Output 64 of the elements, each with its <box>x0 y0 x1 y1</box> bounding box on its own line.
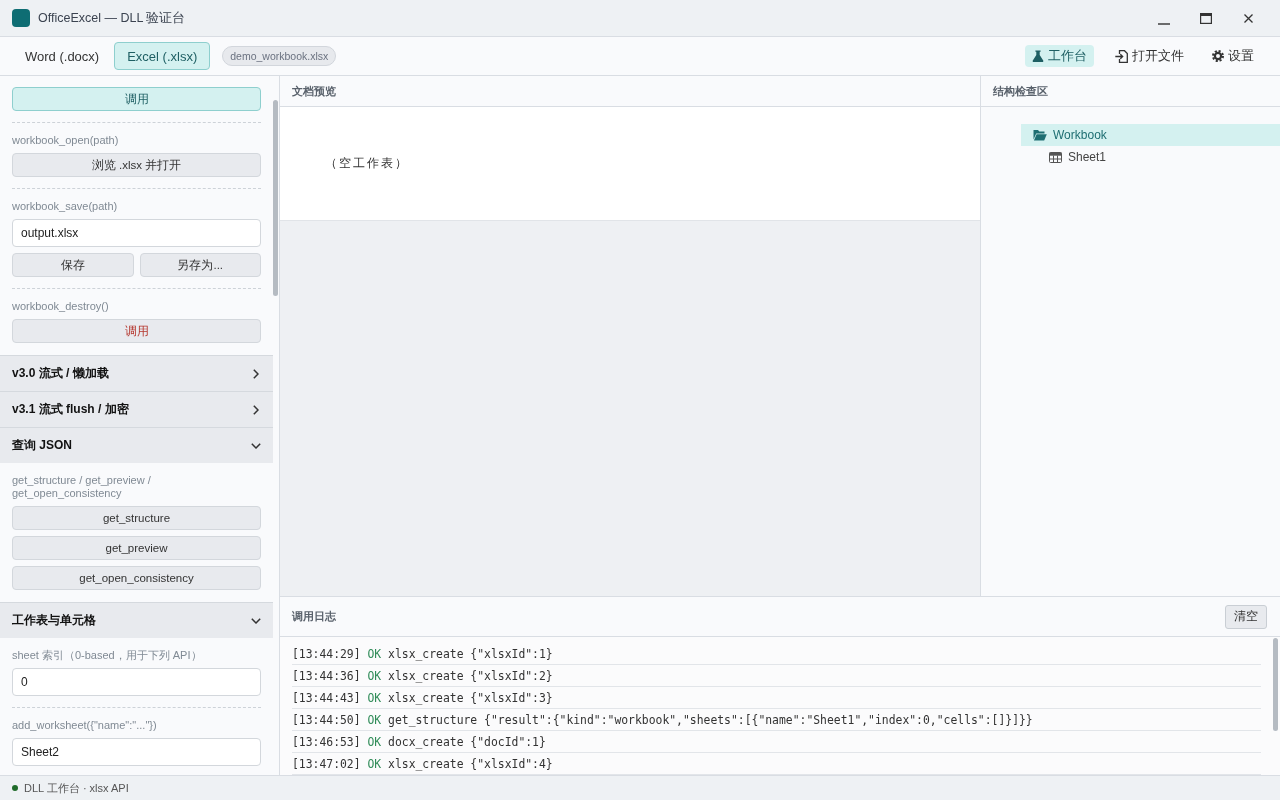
field-label: workbook_save(path) <box>12 200 119 213</box>
field-label: workbook_destroy() <box>12 300 110 313</box>
section-header[interactable]: v3.0 流式 / 懒加载 <box>0 355 273 391</box>
table-icon <box>1049 151 1062 163</box>
field-label: workbook_open(path) <box>12 134 120 147</box>
log-time: [13:46:53] <box>292 734 361 749</box>
action-button[interactable]: get_structure <box>12 506 261 530</box>
log-message: xlsx_create {"xlsxId":2} <box>388 668 553 683</box>
text-field[interactable]: output.xlsx <box>12 219 261 247</box>
action-button[interactable]: get_open_consistency <box>12 566 261 590</box>
flask-icon <box>1032 50 1044 62</box>
action-button[interactable]: get_preview <box>12 536 261 560</box>
panel-title: 调用日志 <box>292 609 336 624</box>
log-status: OK <box>367 756 382 771</box>
close-icon <box>1243 13 1253 23</box>
log-time: [13:44:29] <box>292 646 361 661</box>
log-status: OK <box>367 668 382 683</box>
panel-title: 结构检查区 <box>993 83 1048 99</box>
action-button[interactable]: 浏览 .xlsx 并打开 <box>12 153 261 177</box>
settings-icon <box>1212 50 1224 62</box>
log-status: OK <box>367 712 382 727</box>
log-message: xlsx_create {"xlsxId":1} <box>388 646 553 661</box>
tree-item[interactable]: Sheet1 <box>1037 146 1280 168</box>
section-header[interactable]: 查询 JSON <box>0 427 273 463</box>
section-header[interactable]: v3.1 流式 flush / 加密 <box>0 391 273 427</box>
nav-button[interactable]: 打开文件 <box>1108 45 1191 67</box>
scrollbar-thumb[interactable] <box>273 100 278 296</box>
empty-sheet-text: （空工作表） <box>325 155 409 172</box>
text-field[interactable]: 0 <box>12 668 261 696</box>
log-message: docx_create {"docId":1} <box>388 734 546 749</box>
section-header[interactable]: 工作表与单元格 <box>0 602 273 638</box>
log-time: [13:44:43] <box>292 690 361 705</box>
nav-button[interactable]: 工作台 <box>1025 45 1094 67</box>
file-arrow-icon <box>1115 49 1128 63</box>
window-title: OfficeExcel — DLL 验证台 <box>38 9 186 27</box>
field-label: add_worksheet({"name":"..."}) <box>12 719 158 732</box>
log-status: OK <box>367 734 382 749</box>
file-type-tab[interactable]: Excel (.xlsx) <box>114 42 211 70</box>
file-name-badge: demo_workbook.xlsx <box>222 46 337 66</box>
action-button[interactable]: 保存 <box>12 253 134 277</box>
log-message: xlsx_create {"xlsxId":3} <box>388 690 553 705</box>
nav-button[interactable]: 设置 <box>1205 45 1261 67</box>
panel-title: 文档预览 <box>292 83 336 99</box>
log-status: OK <box>367 690 382 705</box>
minimize-icon <box>1158 23 1170 25</box>
field-label: get_structure / get_preview / get_open_consistency <box>12 474 152 500</box>
clear-button[interactable]: 清空 <box>1225 604 1267 629</box>
status-text: DLL 工作台 · xlsx API <box>24 780 129 796</box>
tree-item[interactable]: Workbook <box>1021 124 1280 146</box>
log-message: xlsx_create {"xlsxId":4} <box>388 756 553 771</box>
action-button[interactable]: 另存为... <box>139 253 261 277</box>
log-time: [13:44:36] <box>292 668 361 683</box>
file-type-tab[interactable]: Word (.docx) <box>12 42 113 70</box>
log-status: OK <box>367 646 382 661</box>
log-message: get_structure {"result":{"kind":"workbook","sheets":[{"name":"Sheet1","index":0,"cells":[]}]}} <box>388 712 1033 727</box>
action-button[interactable]: 调用 <box>12 319 261 343</box>
maximize-icon <box>1200 12 1212 24</box>
field-label: sheet 索引（0-based，用于下列 API） <box>12 649 203 662</box>
text-field[interactable]: Sheet2 <box>12 738 261 766</box>
log-time: [13:44:50] <box>292 712 361 727</box>
app-icon <box>12 9 30 27</box>
scrollbar-thumb[interactable] <box>1273 638 1278 731</box>
action-button[interactable]: 调用 <box>12 87 261 111</box>
log-time: [13:47:02] <box>292 756 361 771</box>
